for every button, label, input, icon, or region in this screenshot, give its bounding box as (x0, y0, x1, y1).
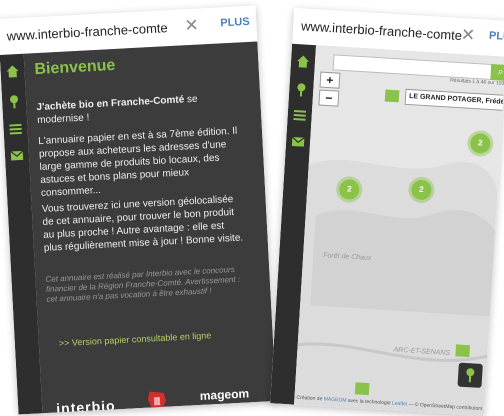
welcome-panel: Bienvenue J'achète bio en Franche-Comté … (23, 41, 277, 415)
plus-button[interactable]: PLUS (489, 30, 504, 44)
pin-icon[interactable] (292, 80, 311, 99)
paper-version-link[interactable]: >> Version papier consultable en ligne (59, 330, 212, 348)
mageom-logo: mageom (199, 386, 250, 403)
interbio-logo: interbio (55, 397, 116, 415)
left-phone-screen: www.interbio-franche-comte ✕ PLUS Bienve… (0, 5, 277, 415)
list-icon[interactable] (290, 106, 309, 125)
url-text[interactable]: www.interbio-franche-comte (301, 18, 463, 43)
map-marker[interactable] (384, 89, 400, 103)
map-marker[interactable] (455, 344, 471, 358)
page-title: Bienvenue (34, 56, 116, 79)
home-icon[interactable] (293, 52, 312, 71)
region-logo-icon (147, 391, 167, 412)
zoom-out-button[interactable]: − (318, 89, 340, 107)
intro-heading: J'achète bio en Franche-Comté se moderni… (36, 91, 237, 127)
plus-button[interactable]: PLUS (220, 16, 250, 30)
pin-icon (466, 368, 475, 383)
pin-icon[interactable] (5, 92, 24, 111)
zoom-in-button[interactable]: + (319, 71, 341, 89)
disclaimer-text: Cet annuaire est réalisé par Interbio av… (45, 264, 241, 304)
right-phone-screen: www.interbio-franche-comte ✕ PLUS ⌕ Résu… (270, 7, 504, 416)
mail-icon[interactable] (289, 132, 308, 151)
paragraph-2: Vous trouverez ici une version géolocali… (41, 193, 244, 254)
list-icon[interactable] (6, 120, 25, 139)
map-marker[interactable] (354, 382, 370, 396)
search-icon[interactable]: ⌕ (490, 63, 504, 82)
mail-icon[interactable] (8, 146, 27, 165)
url-text[interactable]: www.interbio-franche-comte (6, 20, 168, 43)
leaflet-link[interactable]: Leaflet (392, 401, 407, 408)
close-icon[interactable]: ✕ (184, 16, 199, 37)
close-icon[interactable]: ✕ (460, 25, 475, 46)
map-view[interactable]: ⌕ Résultats 1 à 46 sur 103 + − LE GRAND … (294, 45, 504, 416)
partner-logos: interbio mageom cartographie · sig · web (49, 378, 261, 415)
locate-button[interactable] (457, 362, 483, 388)
intro-heading-bold: J'achète bio en Franche-Comté (36, 94, 185, 114)
paragraph-1: L'annuaire papier en est à sa 7ème éditi… (37, 125, 238, 199)
home-icon[interactable] (3, 62, 22, 81)
mageom-tagline: cartographie · sig · web (200, 402, 251, 415)
